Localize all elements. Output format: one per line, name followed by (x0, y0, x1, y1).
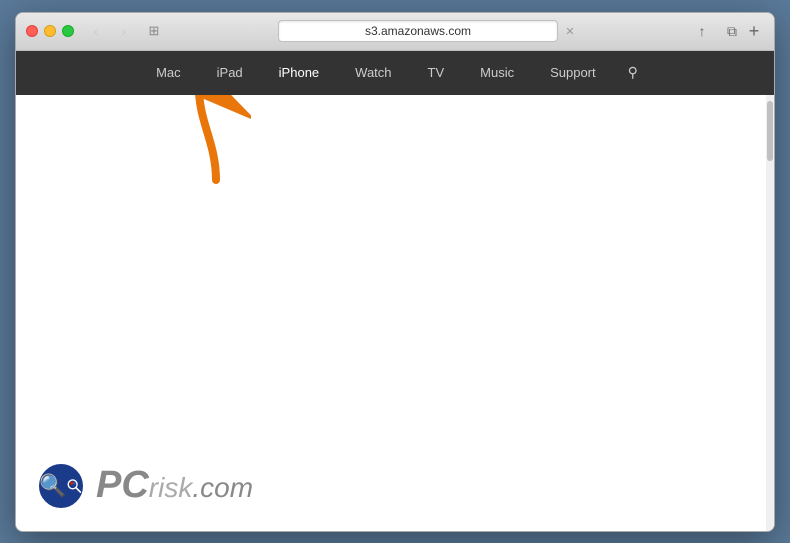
share-button[interactable]: ↑ (690, 21, 714, 41)
forward-icon: › (122, 23, 127, 39)
annotation-arrow (171, 95, 251, 190)
nav-item-mac[interactable]: Mac (138, 51, 199, 95)
nav-item-iphone[interactable]: iPhone (261, 51, 337, 95)
nav-item-tv[interactable]: TV (410, 51, 463, 95)
title-bar: ‹ › ⊞ s3.amazonaws.com ✕ ↑ ⧉ (16, 13, 774, 51)
share-icon: ↑ (699, 23, 706, 39)
nav-item-support[interactable]: Support (532, 51, 614, 95)
nav-item-watch[interactable]: Watch (337, 51, 409, 95)
pcrisk-text-container: PC risk .com (96, 464, 253, 507)
address-bar[interactable]: s3.amazonaws.com (278, 20, 558, 42)
duplicate-icon: ⧉ (727, 23, 737, 40)
nav-buttons: ‹ › (84, 21, 136, 41)
close-button[interactable] (26, 25, 38, 37)
traffic-lights (26, 25, 74, 37)
back-icon: ‹ (94, 23, 99, 39)
url-text: s3.amazonaws.com (365, 24, 471, 38)
address-bar-container: s3.amazonaws.com ✕ (174, 20, 682, 42)
pcrisk-dotcom: .com (192, 472, 253, 504)
duplicate-button[interactable]: ⧉ (720, 21, 744, 41)
nav-item-music[interactable]: Music (462, 51, 532, 95)
pcrisk-pc: PC (96, 464, 149, 507)
minimize-button[interactable] (44, 25, 56, 37)
nav-search-button[interactable]: ⚲ (614, 51, 652, 95)
pcrisk-logo-icon (36, 461, 86, 511)
scrollbar-thumb[interactable] (767, 101, 773, 161)
search-icon: ⚲ (628, 64, 638, 81)
clear-icon: ✕ (565, 25, 574, 38)
new-tab-button[interactable]: + (744, 21, 764, 41)
scrollbar[interactable] (766, 95, 774, 531)
page-content: PC risk .com (16, 95, 774, 531)
address-clear-button[interactable]: ✕ (562, 23, 578, 39)
browser-window: ‹ › ⊞ s3.amazonaws.com ✕ ↑ ⧉ (15, 12, 775, 532)
pcrisk-watermark: PC risk .com (36, 461, 253, 511)
nav-item-ipad[interactable]: iPad (199, 51, 261, 95)
reader-icon: ⊞ (149, 23, 160, 39)
new-tab-icon: + (749, 21, 760, 42)
apple-nav: Mac iPad iPhone Watch TV Music Support ⚲ (16, 51, 774, 95)
maximize-button[interactable] (62, 25, 74, 37)
forward-button[interactable]: › (112, 21, 136, 41)
pcrisk-risk: risk (149, 472, 193, 504)
reader-button[interactable]: ⊞ (142, 21, 166, 41)
back-button[interactable]: ‹ (84, 21, 108, 41)
toolbar-right: ↑ ⧉ (690, 21, 744, 41)
